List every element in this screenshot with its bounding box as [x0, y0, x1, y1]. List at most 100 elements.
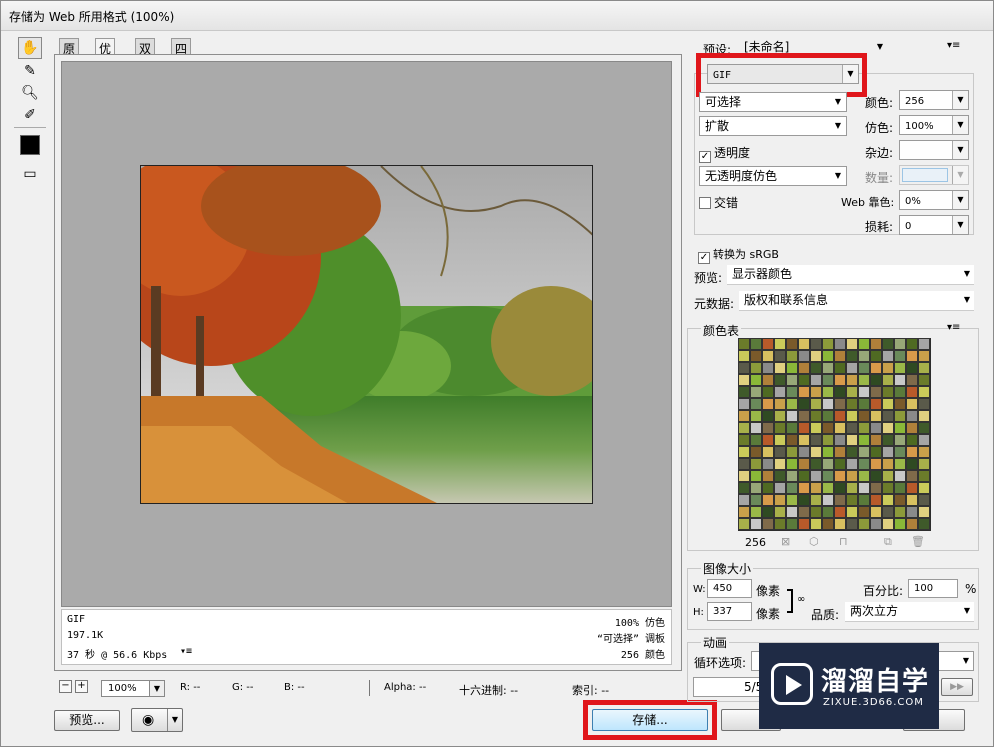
dither-input[interactable]: 100% ▼ [899, 115, 969, 135]
color-swatch[interactable] [750, 422, 762, 434]
color-swatch[interactable] [918, 422, 930, 434]
color-swatch[interactable] [774, 374, 786, 386]
color-swatch[interactable] [750, 338, 762, 350]
lossy-input[interactable]: 0 ▼ [899, 215, 969, 235]
color-swatch[interactable] [810, 506, 822, 518]
color-swatch[interactable] [822, 518, 834, 530]
color-swatch[interactable] [918, 362, 930, 374]
color-swatch[interactable] [786, 422, 798, 434]
color-swatch[interactable] [822, 398, 834, 410]
color-swatch[interactable] [834, 422, 846, 434]
tab-2up[interactable]: 双联 [135, 38, 156, 73]
color-swatch[interactable] [786, 506, 798, 518]
color-swatch[interactable] [906, 470, 918, 482]
color-reduction-select[interactable]: 可选择 ▼ [699, 92, 847, 112]
color-swatch[interactable] [834, 338, 846, 350]
web-snap-input[interactable]: 0% ▼ [899, 190, 969, 210]
zoom-in-button[interactable]: + [75, 680, 88, 693]
color-swatch[interactable] [810, 482, 822, 494]
color-swatch[interactable] [894, 338, 906, 350]
color-swatch[interactable] [774, 482, 786, 494]
color-swatch[interactable] [786, 458, 798, 470]
color-swatch[interactable] [882, 446, 894, 458]
color-swatch[interactable] [882, 470, 894, 482]
color-swatch[interactable] [870, 398, 882, 410]
color-swatch[interactable] [894, 398, 906, 410]
color-swatch[interactable] [906, 338, 918, 350]
color-swatch[interactable] [870, 494, 882, 506]
preview-select[interactable]: 显示器颜色 ▼ [727, 265, 974, 285]
color-swatch[interactable] [906, 446, 918, 458]
color-swatch[interactable] [858, 422, 870, 434]
color-swatch[interactable] [822, 350, 834, 362]
color-swatch[interactable] [786, 446, 798, 458]
color-swatch[interactable] [858, 518, 870, 530]
color-swatch[interactable] [762, 386, 774, 398]
color-swatch[interactable] [894, 374, 906, 386]
color-swatch[interactable] [798, 434, 810, 446]
color-swatch[interactable] [738, 386, 750, 398]
color-swatch[interactable] [810, 386, 822, 398]
color-swatch[interactable] [810, 458, 822, 470]
color-swatch[interactable] [882, 518, 894, 530]
color-swatch[interactable] [774, 410, 786, 422]
color-swatch[interactable] [894, 506, 906, 518]
color-swatch[interactable] [738, 518, 750, 530]
color-swatch[interactable] [786, 470, 798, 482]
color-swatch[interactable] [834, 470, 846, 482]
color-swatch[interactable] [738, 446, 750, 458]
color-swatch[interactable] [906, 482, 918, 494]
color-swatch[interactable] [834, 350, 846, 362]
color-swatch[interactable] [738, 350, 750, 362]
color-swatch[interactable] [894, 494, 906, 506]
color-swatch[interactable] [906, 398, 918, 410]
color-swatch[interactable] [762, 374, 774, 386]
color-swatch[interactable] [810, 422, 822, 434]
color-swatch[interactable] [882, 374, 894, 386]
color-swatch[interactable] [894, 482, 906, 494]
color-swatch[interactable] [798, 410, 810, 422]
color-swatch[interactable] [810, 518, 822, 530]
color-swatch[interactable] [834, 482, 846, 494]
color-swatch[interactable] [858, 434, 870, 446]
color-swatch[interactable] [798, 506, 810, 518]
color-swatch[interactable] [846, 422, 858, 434]
color-swatch[interactable] [738, 434, 750, 446]
new-color-icon[interactable]: ⧉ [884, 535, 892, 549]
color-swatch[interactable] [882, 410, 894, 422]
color-swatch[interactable] [750, 506, 762, 518]
color-swatch[interactable] [858, 446, 870, 458]
color-swatch[interactable] [750, 458, 762, 470]
color-swatch[interactable] [822, 494, 834, 506]
color-swatch[interactable] [810, 362, 822, 374]
color-swatch[interactable] [786, 398, 798, 410]
color-swatch[interactable] [846, 374, 858, 386]
color-table-grid[interactable] [738, 338, 931, 531]
color-swatch[interactable] [918, 434, 930, 446]
interlaced-checkbox[interactable]: 交错 [699, 194, 738, 211]
color-swatch[interactable] [894, 458, 906, 470]
color-swatch[interactable] [858, 350, 870, 362]
color-swatch[interactable] [738, 470, 750, 482]
color-swatch[interactable] [786, 494, 798, 506]
color-swatch[interactable] [738, 398, 750, 410]
color-swatch[interactable] [798, 338, 810, 350]
color-swatch[interactable] [822, 506, 834, 518]
color-swatch[interactable] [750, 350, 762, 362]
color-swatch[interactable] [894, 422, 906, 434]
quality-select[interactable]: 两次立方 ▼ [845, 602, 974, 622]
color-swatch[interactable] [738, 494, 750, 506]
color-swatch[interactable] [906, 506, 918, 518]
color-swatch[interactable] [738, 458, 750, 470]
color-swatch[interactable] [918, 374, 930, 386]
color-swatch[interactable] [870, 422, 882, 434]
color-swatch[interactable] [870, 482, 882, 494]
color-swatch[interactable] [786, 410, 798, 422]
color-swatch[interactable] [762, 422, 774, 434]
color-swatch[interactable] [906, 494, 918, 506]
color-swatch[interactable] [750, 362, 762, 374]
trash-icon[interactable]: 🗑︎ [911, 535, 925, 548]
color-swatch[interactable] [870, 362, 882, 374]
color-swatch[interactable] [762, 446, 774, 458]
color-swatch[interactable] [750, 398, 762, 410]
